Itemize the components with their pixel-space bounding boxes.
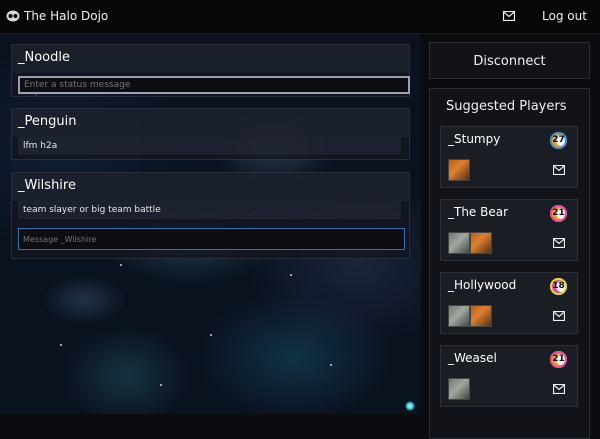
- service-record-thumbnail[interactable]: [470, 305, 492, 327]
- player-name[interactable]: _The Bear: [448, 205, 508, 219]
- bright-star: [405, 401, 415, 411]
- player-name[interactable]: _Wilshire: [18, 178, 76, 193]
- app-title[interactable]: The Halo Dojo: [24, 9, 108, 23]
- player-name[interactable]: _Stumpy: [448, 132, 500, 146]
- suggested-player[interactable]: _Weasel 21: [440, 345, 578, 407]
- player-name[interactable]: _Weasel: [448, 351, 497, 365]
- level-badge: 18: [550, 278, 567, 295]
- self-name[interactable]: _Noodle: [18, 50, 70, 65]
- service-record-thumbnail[interactable]: [448, 305, 470, 327]
- mail-icon[interactable]: [503, 11, 515, 21]
- top-bar: The Halo Dojo Log out: [0, 0, 600, 34]
- level-badge: 27: [550, 132, 567, 149]
- player-status: team slayer or big team battle: [18, 201, 401, 219]
- player-name[interactable]: _Hollywood: [448, 278, 516, 292]
- suggested-players-panel: Suggested Players _Stumpy 27 _The Bear 2…: [429, 88, 590, 439]
- suggested-player[interactable]: _The Bear 21: [440, 199, 578, 261]
- card-header: _Noodle: [12, 45, 409, 73]
- mail-icon[interactable]: [553, 384, 565, 394]
- player-card-wilshire: _Wilshire team slayer or big team battle: [11, 172, 410, 259]
- player-status: lfm h2a: [18, 137, 401, 155]
- logout-link[interactable]: Log out: [542, 9, 587, 23]
- suggested-player[interactable]: _Stumpy 27: [440, 126, 578, 188]
- level-badge: 21: [550, 205, 567, 222]
- service-record-thumbnail[interactable]: [470, 232, 492, 254]
- disconnect-button[interactable]: Disconnect: [429, 42, 590, 79]
- nebula-background: _Noodle _Penguin lfm h2a _Wilshire team …: [0, 34, 421, 414]
- card-header: _Penguin: [12, 109, 409, 137]
- service-record-thumbnail[interactable]: [448, 159, 470, 181]
- self-status-card: _Noodle: [11, 44, 410, 97]
- logo-icon: [6, 10, 20, 22]
- service-record-thumbnail[interactable]: [448, 232, 470, 254]
- card-header: _Wilshire: [12, 173, 409, 201]
- mail-icon[interactable]: [553, 165, 565, 175]
- sidebar: Disconnect Suggested Players _Stumpy 27 …: [429, 42, 590, 439]
- status-message-input[interactable]: [18, 76, 410, 94]
- mail-icon[interactable]: [553, 238, 565, 248]
- player-card-penguin: _Penguin lfm h2a: [11, 108, 410, 160]
- mail-icon[interactable]: [553, 311, 565, 321]
- level-badge: 21: [550, 351, 567, 368]
- player-name[interactable]: _Penguin: [18, 114, 76, 129]
- message-input[interactable]: [18, 228, 405, 250]
- suggested-player[interactable]: _Hollywood 18: [440, 272, 578, 334]
- suggested-players-title: Suggested Players: [446, 99, 567, 114]
- service-record-thumbnail[interactable]: [448, 378, 470, 400]
